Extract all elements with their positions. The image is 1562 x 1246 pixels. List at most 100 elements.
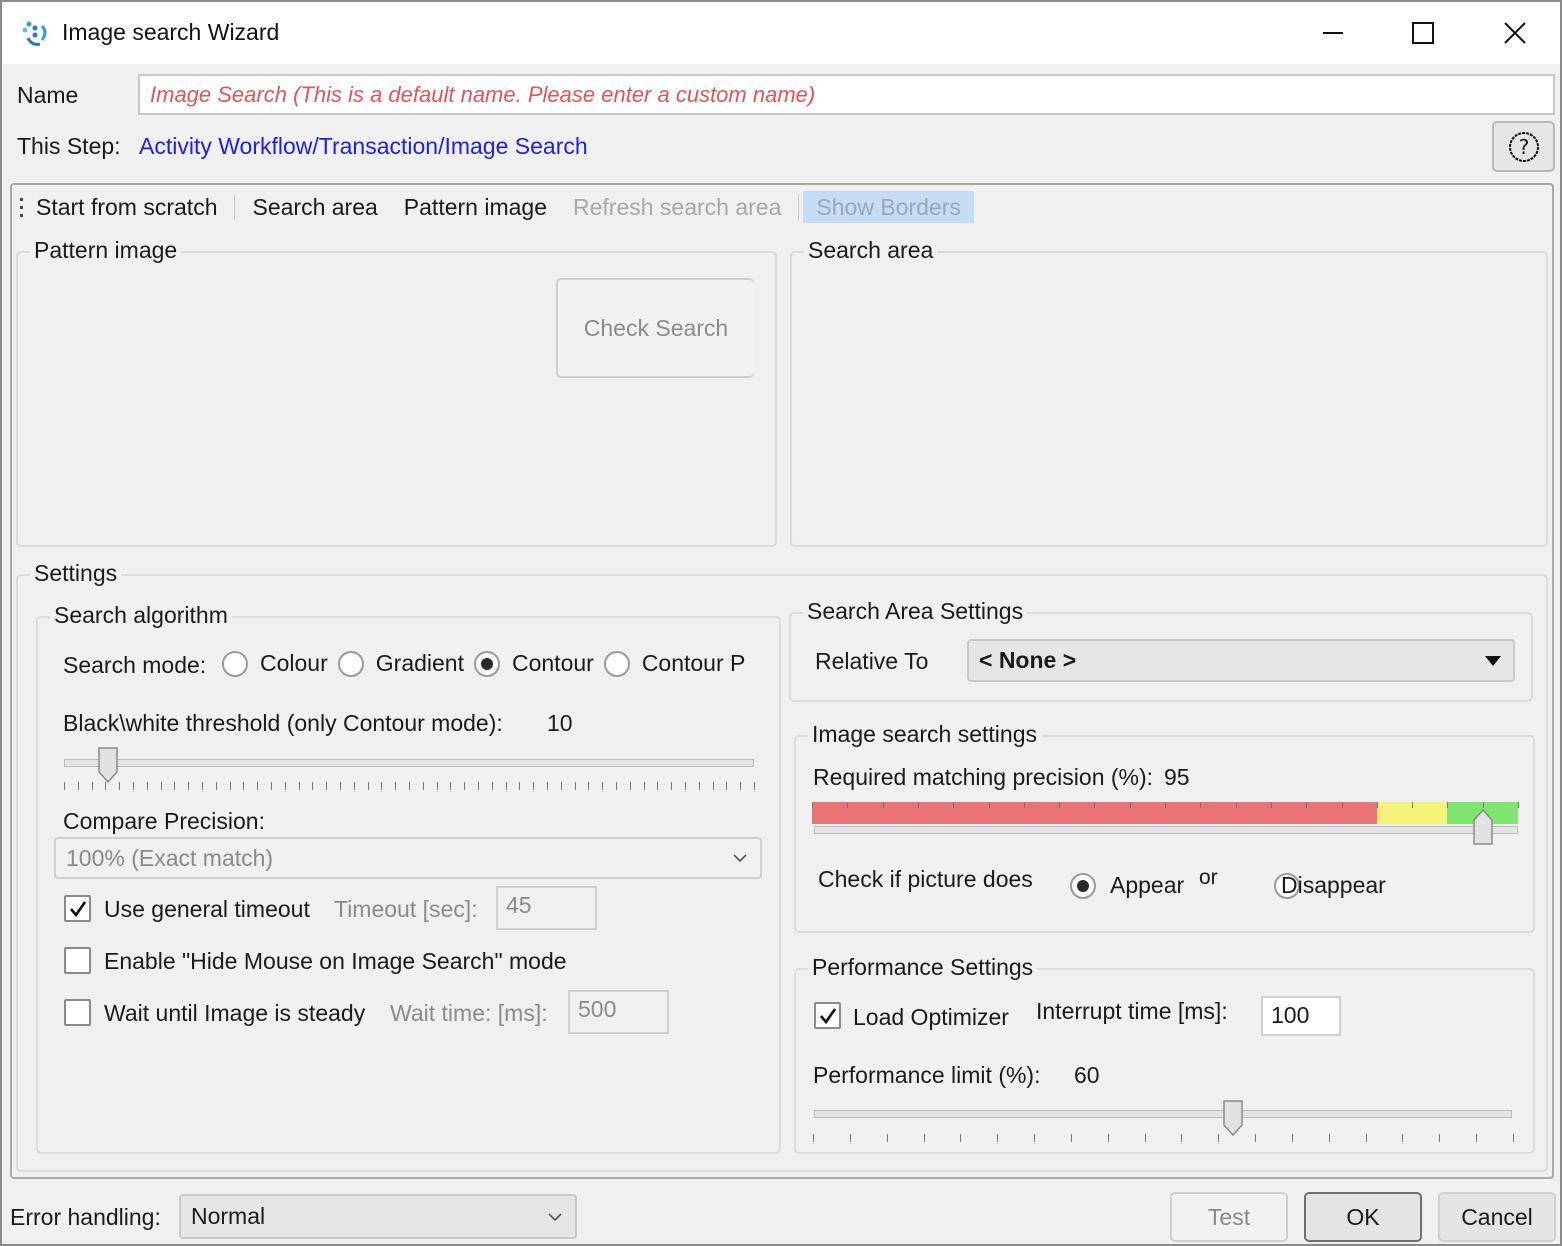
close-icon [1504,22,1526,44]
performance-limit-slider-track[interactable] [814,1110,1512,1118]
slider-tick [91,782,93,790]
slider-tick [882,802,884,808]
performance-limit-slider-thumb[interactable] [1222,1099,1244,1137]
radio-appear[interactable] [1070,872,1096,899]
performance-limit-ticks [813,1134,1514,1144]
general-timeout-checkbox[interactable] [64,895,91,922]
settings-title: Settings [30,560,122,587]
minimize-button[interactable] [1298,10,1368,56]
slider-tick [533,782,535,790]
cancel-button[interactable]: Cancel [1438,1192,1556,1242]
test-button[interactable]: Test [1170,1192,1288,1242]
toolbar: Start from scratch Search area Pattern i… [16,190,974,224]
slider-tick [849,1134,851,1142]
app-logo-icon [22,21,47,46]
slider-tick [215,782,217,790]
check-search-button[interactable]: Check Search [556,278,754,378]
error-handling-select[interactable]: Normal [179,1194,577,1239]
radio-contour[interactable] [473,650,500,677]
wait-time-field-label: Wait time: [ms]: [390,1000,548,1026]
precision-value: 95 [1164,764,1190,790]
slider-tick [1328,1134,1330,1142]
slider-tick [813,1134,814,1142]
slider-tick [1518,802,1519,808]
load-optimizer-checkbox[interactable] [814,1002,841,1029]
slider-tick [1376,802,1378,808]
slider-tick [960,1134,962,1142]
slider-tick [657,782,659,790]
slider-tick [1341,802,1343,808]
show-borders-button[interactable]: Show Borders [803,191,974,223]
compare-precision-select[interactable]: 100% (Exact match) [54,837,762,879]
checkmark-icon [69,900,86,917]
slider-tick [257,782,259,790]
maximize-icon [1412,22,1434,44]
timeout-input[interactable]: 45 [496,886,597,930]
help-button[interactable]: ? [1492,121,1555,172]
radio-colour[interactable] [222,650,248,677]
chevron-down-icon [733,854,747,863]
slider-tick [409,782,410,790]
slider-tick [886,1134,888,1142]
slider-tick [712,782,714,790]
slider-tick [1306,802,1308,808]
pattern-image-button[interactable]: Pattern image [391,191,560,223]
slider-tick [478,782,479,790]
precision-slider-thumb[interactable] [1472,808,1494,846]
checkmark-icon [819,1007,836,1024]
search-mode-radio-group: Colour Gradient Contour Contour P [222,650,750,677]
question-circle-icon: ? [1508,131,1539,162]
slider-tick [422,782,424,790]
slider-tick [119,782,121,790]
maximize-button[interactable] [1388,10,1458,56]
slider-tick [464,782,466,790]
close-button[interactable] [1480,10,1550,56]
radio-colour-label: Colour [260,650,328,676]
slider-tick [1412,802,1414,808]
slider-tick [436,782,438,790]
slider-tick [271,782,272,790]
minimize-icon [1323,32,1343,34]
hide-mouse-checkbox[interactable] [64,947,91,974]
name-input[interactable]: Image Search (This is a default name. Pl… [138,74,1555,115]
slider-tick [1070,1134,1072,1142]
or-label: or [1199,866,1218,889]
wait-time-input[interactable]: 500 [568,990,669,1034]
slider-tick [146,782,148,790]
ok-button[interactable]: OK [1304,1192,1422,1242]
slider-tick [326,782,328,790]
precision-slider-track[interactable] [814,826,1518,834]
toolbar-separator [234,194,236,220]
relative-to-value: < None > [979,647,1077,673]
radio-gradient-label: Gradient [375,650,464,676]
slider-tick [1165,802,1166,808]
image-search-wizard-window: Image search Wizard Name Image Search (T… [0,0,1562,1246]
threshold-slider-track[interactable] [64,759,754,767]
refresh-search-area-button[interactable]: Refresh search area [560,191,794,223]
radio-disappear-label: Disappear [1281,872,1386,898]
slider-tick [312,782,314,790]
toolbar-grip-icon[interactable] [16,195,26,219]
chevron-down-icon [548,1212,562,1221]
interrupt-time-input[interactable]: 100 [1261,996,1341,1036]
title-bar: Image search Wizard [2,2,1560,64]
relative-to-select[interactable]: < None > [967,639,1515,682]
slider-tick [812,802,813,808]
search-area-title: Search area [804,237,938,264]
error-handling-value: Normal [191,1203,266,1229]
slider-tick [671,782,673,790]
threshold-slider-thumb[interactable] [97,746,119,784]
radio-contour-p-label: Contour P [641,650,746,676]
start-from-scratch-button[interactable]: Start from scratch [36,191,230,223]
slider-tick [1023,802,1025,808]
slider-tick [953,802,955,808]
slider-tick [1034,1134,1036,1142]
slider-tick [1291,1134,1293,1142]
slider-tick [847,802,849,808]
wait-steady-checkbox[interactable] [64,999,91,1026]
search-area-button[interactable]: Search area [239,191,390,223]
radio-contour-p[interactable] [603,650,630,677]
radio-gradient[interactable] [337,650,364,677]
step-path-link[interactable]: Activity Workflow/Transaction/Image Sear… [139,133,588,160]
slider-tick [917,802,919,808]
